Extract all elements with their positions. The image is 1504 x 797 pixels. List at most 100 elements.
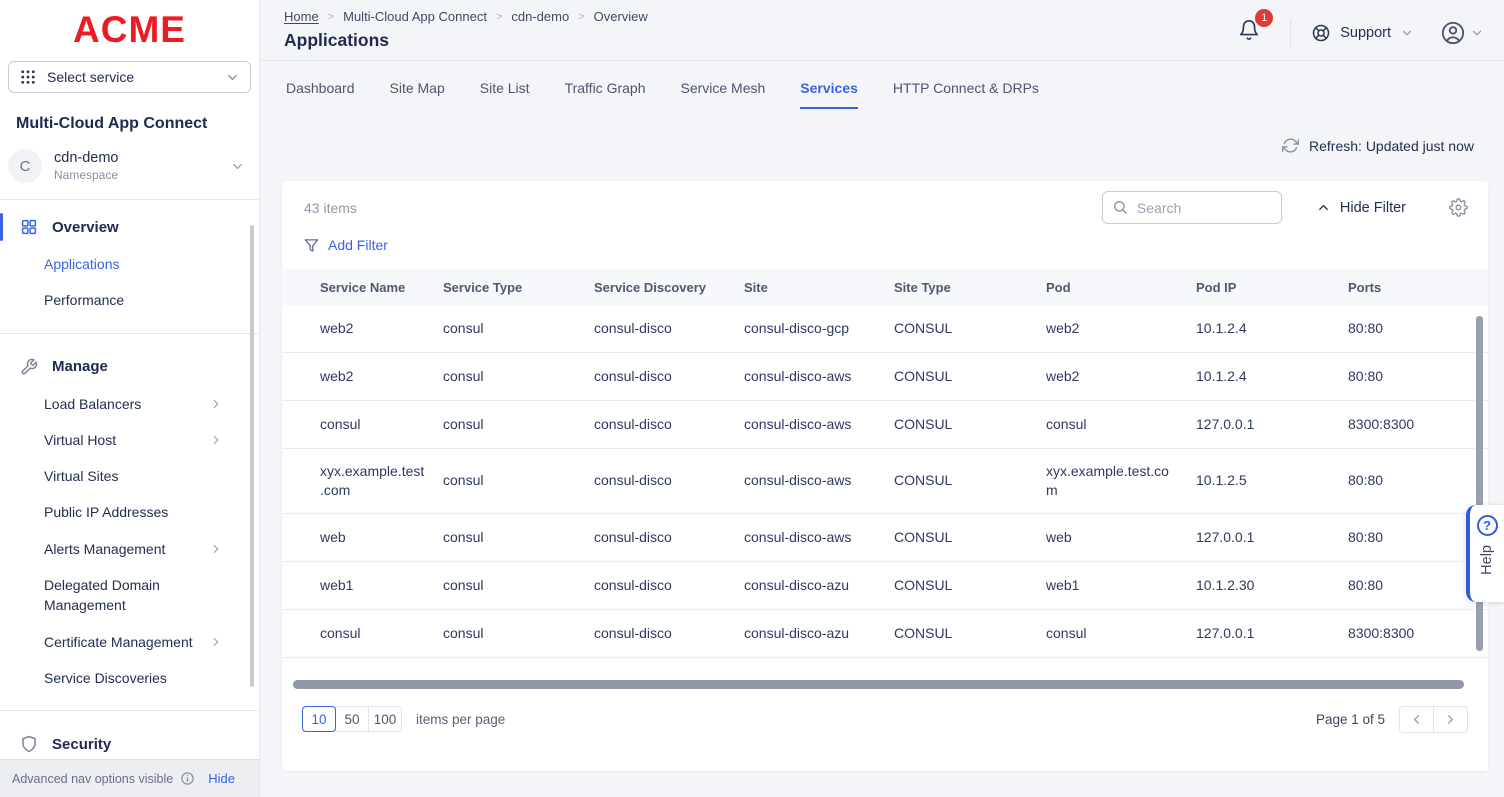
column-header-pod: Pod [1046,280,1196,295]
breadcrumb-item-overview: Overview [594,9,648,24]
sidebar-item-applications[interactable]: Applications [0,246,259,282]
chevron-right-icon [209,433,223,447]
table-row[interactable]: consulconsulconsul-discoconsul-disco-aws… [282,401,1488,449]
section-label: Security [52,736,111,753]
namespace-selector[interactable]: C cdn-demo Namespace [0,137,259,199]
notifications-button[interactable]: 1 [1232,17,1266,48]
table-cell: consul [1046,611,1196,656]
page-size-50[interactable]: 50 [335,706,369,732]
help-tab[interactable]: ? Help [1466,505,1504,602]
sidebar-item-delegated-domain-management[interactable]: Delegated Domain Management [0,567,259,624]
table-cell: web1 [320,563,443,608]
table-cell: 127.0.0.1 [1196,402,1348,447]
table-row[interactable]: web2consulconsul-discoconsul-disco-awsCO… [282,353,1488,401]
table-row[interactable]: web2consulconsul-discoconsul-disco-gcpCO… [282,305,1488,353]
main-content: Home>Multi-Cloud App Connect>cdn-demo>Ov… [260,0,1504,797]
horizontal-scrollbar[interactable] [293,680,1464,689]
table-cell: consul-disco [594,306,744,351]
tab-bar: Dashboard Site Map Site List Traffic Graph S… [260,80,1504,109]
sidebar-section-header-manage[interactable]: Manage [0,348,259,386]
table-cell: consul [443,563,594,608]
page-title: Applications [284,30,648,51]
sidebar-item-certificate-management[interactable]: Certificate Management [0,624,259,660]
acme-logo: ACME [0,0,259,57]
table-settings-button[interactable] [1449,198,1468,217]
nav-item-label: Delegated Domain Management [44,575,223,616]
table-cell: 80:80 [1348,563,1474,608]
column-header-service-name: Service Name [320,280,443,295]
tab-site-map[interactable]: Site Map [390,80,445,109]
service-selector[interactable]: Select service [8,61,251,93]
sidebar-item-virtual-sites[interactable]: Virtual Sites [0,458,259,494]
add-filter-button[interactable]: Add Filter [304,237,388,253]
info-icon[interactable] [180,771,195,786]
table-cell: consul-disco [594,458,744,503]
table-cell: web2 [320,306,443,351]
sidebar-scrollbar[interactable] [250,225,254,687]
table-cell: CONSUL [894,354,1046,399]
tab-service-mesh[interactable]: Service Mesh [680,80,765,109]
sidebar-item-virtual-host[interactable]: Virtual Host [0,422,259,458]
sidebar-item-service-discoveries[interactable]: Service Discoveries [0,660,259,696]
header-divider [1290,19,1291,46]
tab-traffic-graph[interactable]: Traffic Graph [565,80,646,109]
table-cell: 127.0.0.1 [1196,515,1348,560]
nav-item-label: Certificate Management [44,632,193,652]
breadcrumb-item-cdn-demo[interactable]: cdn-demo [511,9,569,24]
search-input[interactable] [1102,191,1282,224]
breadcrumb-item-multi-cloud-app-connect[interactable]: Multi-Cloud App Connect [343,9,487,24]
table-cell: 80:80 [1348,458,1474,503]
page-size-10[interactable]: 10 [302,706,336,732]
tab-services[interactable]: Services [800,80,858,109]
nav-item-label: Applications [44,254,120,274]
sidebar-section-manage: Manage Load BalancersVirtual HostVirtual … [0,348,259,697]
sidebar-item-performance[interactable]: Performance [0,282,259,318]
table-cell: consul-disco [594,563,744,608]
hide-filter-toggle[interactable]: Hide Filter [1316,200,1406,216]
account-menu[interactable] [1440,20,1488,46]
page-info: Page 1 of 5 [1316,712,1385,727]
column-header-ports: Ports [1348,280,1474,295]
app-root: ACME Select service Multi-Cloud App Conn… [0,0,1504,797]
sidebar-item-alerts-management[interactable]: Alerts Management [0,531,259,567]
tab-dashboard[interactable]: Dashboard [286,80,355,109]
wrench-icon [20,358,38,376]
next-page-button[interactable] [1433,706,1468,733]
search-icon [1112,199,1128,215]
prev-page-button[interactable] [1399,706,1434,733]
sidebar-item-public-ip-addresses[interactable]: Public IP Addresses [0,494,259,530]
nav-item-label: Performance [44,290,124,310]
nav-divider [0,710,259,711]
table-cell: CONSUL [894,402,1046,447]
table-cell: consul [1046,402,1196,447]
hide-advanced-nav-link[interactable]: Hide [208,771,235,786]
table-row[interactable]: consulconsulconsul-discoconsul-disco-azu… [282,610,1488,658]
sidebar-section-header-security[interactable]: Security [0,725,259,759]
breadcrumb-item-home[interactable]: Home [284,9,319,24]
filter-funnel-icon [304,238,319,253]
table-row[interactable]: web1consulconsul-discoconsul-disco-azuCO… [282,562,1488,610]
chevron-right-icon [209,397,223,411]
chevron-right-icon [209,635,223,649]
nav-divider [0,333,259,334]
section-label: Manage [52,358,108,375]
breadcrumb-separator: > [578,11,584,23]
help-question-icon: ? [1477,515,1498,536]
table-row[interactable]: webconsulconsul-discoconsul-disco-awsCON… [282,514,1488,562]
sidebar-section-header-overview[interactable]: Overview [0,208,259,246]
namespace-avatar: C [8,149,42,183]
chevron-left-icon [1409,712,1424,727]
table-cell: consul-disco-azu [744,563,894,608]
table-row[interactable]: xyx.example.test.comconsulconsul-discoco… [282,449,1488,514]
table-cell: consul [443,515,594,560]
support-menu[interactable]: Support [1311,23,1414,43]
table-cell: consul-disco-gcp [744,306,894,351]
items-per-page-label: items per page [416,712,505,727]
tab-site-list[interactable]: Site List [480,80,530,109]
refresh-button[interactable]: Refresh: Updated just now [1282,137,1474,154]
sidebar-item-load-balancers[interactable]: Load Balancers [0,386,259,422]
grid-icon [20,218,38,236]
page-size-100[interactable]: 100 [368,706,402,732]
table-cell: CONSUL [894,306,1046,351]
tab-http-connect-drps[interactable]: HTTP Connect & DRPs [893,80,1039,109]
